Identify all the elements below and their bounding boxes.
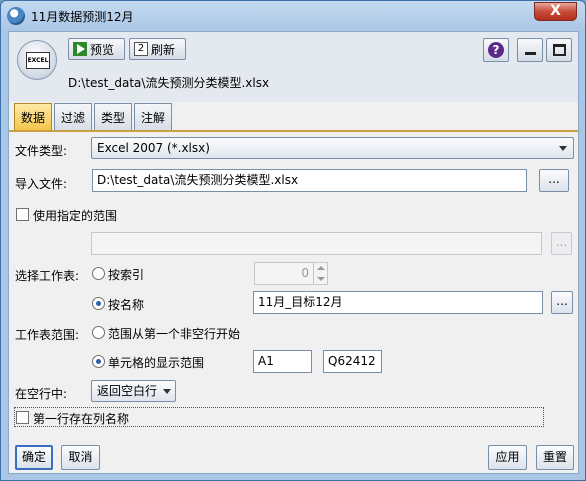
first-row-names-checkbox[interactable]	[16, 411, 29, 424]
file-path-label: D:\test_data\流失预测分类模型.xlsx	[68, 76, 270, 90]
preview-label: 预览	[90, 42, 115, 57]
apply-button[interactable]: 应用	[488, 445, 527, 470]
import-file-input[interactable]: D:\test_data\流失预测分类模型.xlsx	[92, 169, 527, 192]
chevron-down-icon	[559, 146, 567, 151]
file-type-value: Excel 2007 (*.xlsx)	[97, 141, 210, 155]
spinner-up-icon[interactable]	[313, 263, 327, 274]
tab-strip: 数据 过滤 类型 注解	[14, 103, 173, 130]
sheet-index-stepper[interactable]: 0	[254, 262, 328, 285]
use-range-label: 使用指定的范围	[33, 209, 118, 223]
cell-display-range-label: 单元格的显示范围	[108, 356, 205, 370]
minimize-icon	[525, 52, 536, 55]
browse-file-button[interactable]: ...	[539, 169, 569, 192]
tab-type[interactable]: 类型	[94, 103, 133, 130]
file-type-label: 文件类型:	[15, 144, 68, 158]
sheet-index-value: 0	[301, 266, 309, 280]
sheet-name-input[interactable]: 11月_目标12月	[253, 291, 543, 314]
range-end-input[interactable]: Q62412	[323, 350, 382, 373]
cancel-button[interactable]: 取消	[61, 445, 100, 470]
by-index-radio[interactable]	[92, 267, 105, 280]
excel-icon-text: EXCEL	[26, 52, 50, 69]
refresh-button[interactable]: 2 刷新	[129, 38, 186, 60]
tab-filter[interactable]: 过滤	[54, 103, 93, 130]
header-area: EXCEL 预览 2 刷新 D:\test_data\流失预测分类模型.xlsx…	[9, 32, 578, 102]
range-input[interactable]	[91, 232, 542, 255]
dialog-body: EXCEL 预览 2 刷新 D:\test_data\流失预测分类模型.xlsx…	[8, 31, 579, 474]
by-name-label: 按名称	[108, 298, 145, 312]
range-from-first-radio[interactable]	[92, 326, 105, 339]
app-icon	[7, 7, 25, 25]
ok-button[interactable]: 确定	[15, 445, 53, 470]
dialog-window: 11月数据预测12月 X EXCEL 预览 2 刷新 D:\test_data\…	[0, 0, 586, 481]
title-bar[interactable]: 11月数据预测12月 X	[1, 1, 585, 31]
play-icon	[73, 42, 87, 56]
on-blank-rows-label: 在空行中:	[15, 387, 68, 401]
select-sheet-label: 选择工作表:	[15, 269, 80, 283]
reset-button[interactable]: 重置	[536, 445, 574, 470]
maximize-icon	[553, 44, 566, 56]
blank-rows-select[interactable]: 返回空白行	[91, 380, 176, 402]
maximize-panel-button[interactable]	[546, 38, 572, 62]
data-tab-panel: 文件类型: Excel 2007 (*.xlsx) 导入文件: D:\test_…	[9, 130, 578, 435]
file-type-select[interactable]: Excel 2007 (*.xlsx)	[91, 137, 574, 159]
excel-node-icon: EXCEL	[17, 40, 57, 80]
range-from-first-label: 范围从第一个非空行开始	[108, 327, 241, 341]
by-index-label: 按索引	[108, 268, 145, 282]
first-row-names-label: 第一行存在列名称	[33, 412, 130, 426]
tab-data[interactable]: 数据	[14, 103, 53, 130]
range-start-input[interactable]: A1	[253, 350, 312, 373]
refresh-icon: 2	[134, 42, 148, 56]
blank-rows-value: 返回空白行	[97, 384, 158, 398]
close-button[interactable]: X	[534, 2, 577, 21]
by-name-radio[interactable]	[92, 297, 105, 310]
help-icon: ?	[488, 42, 504, 58]
import-file-label: 导入文件:	[15, 177, 68, 191]
cell-display-range-radio[interactable]	[92, 355, 105, 368]
preview-button[interactable]: 预览	[68, 38, 125, 60]
sheet-range-label: 工作表范围:	[15, 328, 80, 342]
window-title: 11月数据预测12月	[31, 10, 134, 24]
chevron-down-icon	[163, 389, 171, 394]
help-button[interactable]: ?	[483, 38, 509, 62]
minimize-panel-button[interactable]	[517, 38, 543, 62]
range-browse-button[interactable]: ...	[551, 232, 572, 255]
refresh-label: 刷新	[151, 42, 176, 57]
tab-annotation[interactable]: 注解	[134, 103, 173, 130]
spinner-down-icon[interactable]	[313, 274, 327, 285]
sheet-name-browse-button[interactable]: ...	[551, 291, 573, 314]
use-range-checkbox[interactable]	[16, 208, 29, 221]
